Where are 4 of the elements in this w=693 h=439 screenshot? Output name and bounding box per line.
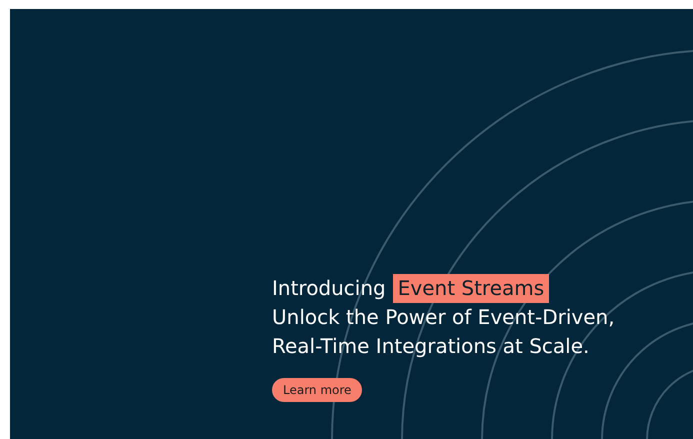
learn-more-button[interactable]: Learn more bbox=[272, 378, 362, 402]
headline-text: Introducing bbox=[272, 275, 386, 302]
highlighted-headline-text: Event Streams bbox=[392, 274, 550, 303]
subtitle-text: Unlock the Power of Event-Driven, Real-Time Integrations at Scale. bbox=[272, 304, 616, 360]
